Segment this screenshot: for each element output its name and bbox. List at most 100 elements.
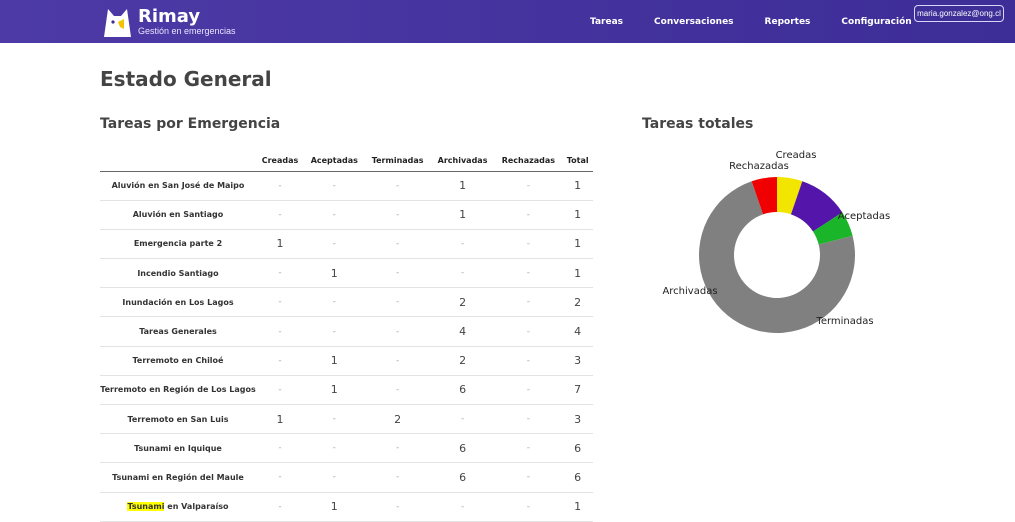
slice-label: Archivadas xyxy=(662,286,717,297)
count-cell: 1 xyxy=(256,404,304,435)
slice-label: Aceptadas xyxy=(838,211,890,222)
count-cell: 2 xyxy=(562,287,593,318)
count-cell: 6 xyxy=(430,375,495,406)
count-cell: - xyxy=(303,287,365,318)
count-cell: 1 xyxy=(430,200,495,230)
count-cell: - xyxy=(430,229,495,260)
table-row: Tareas Generales - - -4-4 xyxy=(100,316,593,347)
tasks-total-donut-chart: Creadas Aceptadas Terminadas Archivadas Rech… xyxy=(662,150,890,333)
count-cell: - xyxy=(494,462,563,493)
table-header-row: Creadas Aceptadas Terminadas Archivadas Rech… xyxy=(100,151,593,172)
count-cell: - xyxy=(256,462,304,493)
count-cell: - xyxy=(256,200,304,230)
count-cell: 1 xyxy=(562,229,593,260)
table-row: Terremoto en San Luis 1-2- -3 xyxy=(100,404,593,435)
nav-reportes[interactable]: Reportes xyxy=(765,17,811,27)
slice-label: Rechazadas xyxy=(729,161,789,172)
slice-label: Terminadas xyxy=(815,316,873,327)
count-cell: 4 xyxy=(430,316,495,347)
tasks-by-emergency-table: Creadas Aceptadas Terminadas Archivadas Rech… xyxy=(100,151,593,522)
column-header: Archivadas xyxy=(430,151,495,172)
count-cell: - xyxy=(494,316,563,347)
nav-conversaciones[interactable]: Conversaciones xyxy=(654,17,734,27)
table-row: Inundación en Los Lagos - - -2-2 xyxy=(100,287,593,318)
count-cell: 1 xyxy=(256,229,304,260)
chart-section-title: Tareas totales xyxy=(642,116,754,132)
count-cell: - xyxy=(364,433,431,464)
count-cell: 6 xyxy=(562,433,593,464)
count-cell: 1 xyxy=(303,375,365,406)
count-cell: - xyxy=(494,229,563,260)
emergency-name-cell: Tareas Generales xyxy=(100,316,256,347)
count-cell: 3 xyxy=(562,404,593,435)
count-cell: - xyxy=(303,404,365,435)
count-cell: - xyxy=(256,287,304,318)
count-cell: - xyxy=(364,171,431,201)
count-cell: - xyxy=(430,492,495,522)
count-cell: 1 xyxy=(562,258,593,289)
column-header: Aceptadas xyxy=(303,151,365,172)
count-cell: - xyxy=(256,433,304,464)
count-cell: - xyxy=(364,229,431,260)
count-cell: 6 xyxy=(562,462,593,493)
count-cell: - xyxy=(303,462,365,493)
count-cell: 1 xyxy=(562,171,593,201)
count-cell: - xyxy=(303,229,365,260)
count-cell: - xyxy=(303,316,365,347)
count-cell: - xyxy=(494,433,563,464)
emergency-name-cell: Incendio Santiago xyxy=(100,258,256,289)
count-cell: 1 xyxy=(562,492,593,522)
count-cell: - xyxy=(364,200,431,230)
count-cell: - xyxy=(256,171,304,201)
count-cell: 3 xyxy=(562,346,593,376)
count-cell: 1 xyxy=(303,492,365,522)
count-cell: 1 xyxy=(562,200,593,230)
count-cell: 7 xyxy=(562,375,593,406)
count-cell: - xyxy=(256,316,304,347)
emergency-name-cell: Terremoto en Región de Los Lagos xyxy=(100,375,256,406)
table-row: Tsunami en Iquique - - -6-6 xyxy=(100,433,593,464)
emergency-name-cell: Terremoto en San Luis xyxy=(100,404,256,435)
table-row: Aluvión en Santiago - - -1-1 xyxy=(100,200,593,230)
brand-logo-link[interactable]: Rimay Gestión en emergencias xyxy=(101,6,236,40)
count-cell: - xyxy=(303,433,365,464)
column-header: Rechazadas xyxy=(494,151,563,172)
count-cell: - xyxy=(364,492,431,522)
column-header: Creadas xyxy=(256,151,304,172)
emergency-name-cell: Emergencia parte 2 xyxy=(100,229,256,260)
nav-tareas[interactable]: Tareas xyxy=(590,17,623,27)
column-header xyxy=(100,151,256,172)
emergency-name-cell: Aluvión en San José de Maipo xyxy=(100,171,256,201)
user-menu-button[interactable]: maria.gonzalez@ong.cl xyxy=(914,5,1004,22)
count-cell: - xyxy=(364,258,431,289)
top-navbar: Rimay Gestión en emergencias Tareas Conv… xyxy=(0,0,1015,43)
emergency-name-cell: Tsunami en Región del Maule xyxy=(100,462,256,493)
emergency-name-cell: Tsunami en Valparaíso xyxy=(100,492,256,522)
table-row: Terremoto en Chiloé -1-2-3 xyxy=(100,346,593,376)
emergency-name-cell: Tsunami en Iquique xyxy=(100,433,256,464)
emergency-name-cell: Aluvión en Santiago xyxy=(100,200,256,230)
count-cell: - xyxy=(494,200,563,230)
table-row: Tsunami en Región del Maule - - -6-6 xyxy=(100,462,593,493)
count-cell: - xyxy=(364,287,431,318)
table-row: Incendio Santiago -1- - -1 xyxy=(100,258,593,289)
count-cell: - xyxy=(494,492,563,522)
count-cell: - xyxy=(256,375,304,406)
emergency-name-cell: Inundación en Los Lagos xyxy=(100,287,256,318)
table-row: Aluvión en San José de Maipo - - -1-1 xyxy=(100,171,593,201)
count-cell: - xyxy=(256,258,304,289)
column-header: Total xyxy=(562,151,593,172)
count-cell: - xyxy=(256,492,304,522)
count-cell: 6 xyxy=(430,462,495,493)
slice-label: Creadas xyxy=(776,150,817,161)
count-cell: - xyxy=(430,404,495,435)
cat-logo-icon xyxy=(104,9,131,37)
count-cell: 1 xyxy=(303,258,365,289)
table-body: Aluvión en San José de Maipo - - -1-1 Aluvió… xyxy=(100,171,593,522)
count-cell: 2 xyxy=(430,346,495,376)
count-cell: - xyxy=(303,200,365,230)
count-cell: 1 xyxy=(430,171,495,201)
count-cell: - xyxy=(303,171,365,201)
count-cell: - xyxy=(494,287,563,318)
nav-configuracion[interactable]: Configuración xyxy=(841,17,911,27)
